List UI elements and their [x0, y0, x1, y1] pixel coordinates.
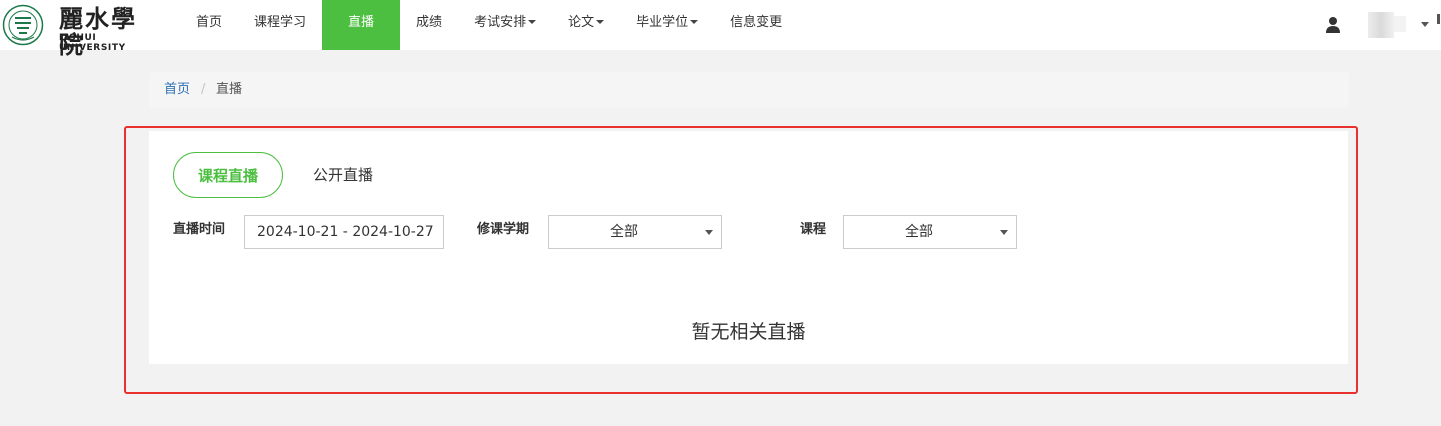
empty-state-message: 暂无相关直播 [691, 321, 806, 343]
nav-item-4[interactable]: 考试安排 [458, 0, 552, 50]
nav-item-label: 成绩 [416, 15, 443, 30]
caret-down-icon [528, 19, 537, 24]
breadcrumb-home-link[interactable]: 首页 [164, 72, 190, 108]
nav-item-label: 考试安排 [474, 15, 527, 30]
edge-glyph [1437, 14, 1440, 24]
live-time-range-value: 2024-10-21 - 2024-10-27 [257, 224, 434, 240]
user-icon[interactable] [1325, 16, 1341, 34]
user-menu-caret-icon[interactable] [1421, 22, 1429, 27]
nav-item-0[interactable]: 首页 [180, 0, 238, 50]
username-redacted [1394, 16, 1406, 32]
course-select[interactable]: 全部 [843, 215, 1017, 249]
breadcrumb-separator: / [201, 82, 206, 97]
avatar[interactable] [1368, 12, 1394, 38]
nav-item-6[interactable]: 毕业学位 [620, 0, 714, 50]
nav-item-1[interactable]: 课程学习 [238, 0, 322, 50]
nav-item-7[interactable]: 信息变更 [714, 0, 798, 50]
nav-item-label: 信息变更 [730, 15, 783, 30]
nav-item-label: 直播 [348, 15, 375, 30]
live-time-range-input[interactable]: 2024-10-21 - 2024-10-27 [244, 215, 444, 249]
caret-down-icon [690, 19, 699, 24]
nav-item-5[interactable]: 论文 [552, 0, 620, 50]
nav-item-3[interactable]: 成绩 [400, 0, 458, 50]
tab-course-live[interactable]: 课程直播 [173, 152, 283, 198]
tab-public-live[interactable]: 公开直播 [313, 152, 373, 198]
main-nav: 首页 课程学习 直播 成绩 考试安排 论文 毕业学位 信息变更 [180, 0, 798, 50]
logo-english-name: LISHUI UNIVERSITY [59, 33, 126, 53]
nav-item-label: 课程学习 [254, 15, 307, 30]
course-label: 课程 [800, 222, 827, 237]
university-emblem-icon [2, 4, 44, 46]
caret-down-icon [596, 19, 605, 24]
course-select-value: 全部 [905, 224, 933, 240]
breadcrumb: 首页 / 直播 [149, 72, 1349, 108]
nav-item-label: 毕业学位 [636, 15, 689, 30]
term-label: 修课学期 [477, 222, 530, 237]
chevron-down-icon [1000, 230, 1008, 235]
nav-item-2[interactable]: 直播 [322, 0, 401, 50]
term-select-value: 全部 [610, 224, 638, 240]
term-select[interactable]: 全部 [548, 215, 722, 249]
live-panel: 课程直播 公开直播 直播时间 2024-10-21 - 2024-10-27 修… [149, 131, 1348, 364]
nav-item-label: 论文 [568, 15, 595, 30]
site-logo[interactable]: 麗水學院 LISHUI UNIVERSITY [2, 4, 162, 58]
nav-item-label: 首页 [196, 15, 223, 30]
breadcrumb-current: 直播 [216, 82, 243, 97]
chevron-down-icon [705, 230, 713, 235]
top-navbar: 麗水學院 LISHUI UNIVERSITY 首页 课程学习 直播 成绩 考试安排 论文 毕… [0, 0, 1441, 58]
live-time-label: 直播时间 [173, 222, 226, 237]
